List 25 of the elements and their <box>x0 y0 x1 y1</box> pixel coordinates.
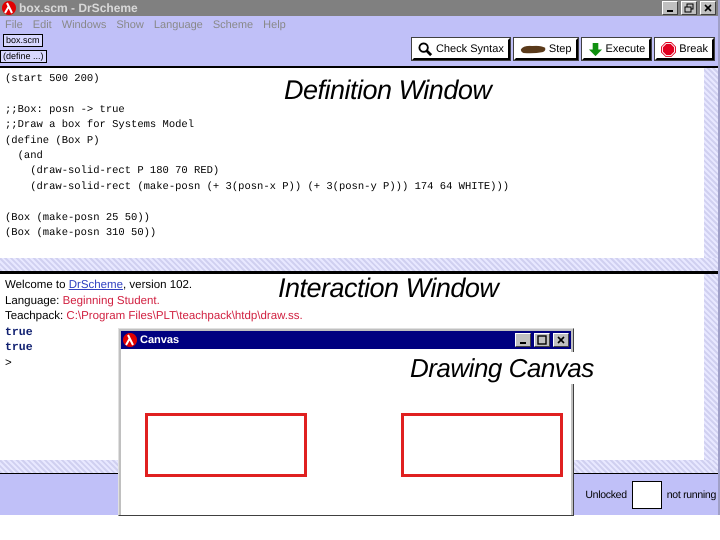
annotation-text: Interaction Window <box>278 273 498 304</box>
code-line: (define (Box P) <box>5 134 101 149</box>
result-text: true <box>5 341 33 354</box>
welcome-text: Welcome to <box>5 279 67 291</box>
code-line: ;;Box: posn -> true <box>5 102 126 118</box>
window-title: Canvas <box>140 334 180 346</box>
run-status: not running <box>666 488 716 500</box>
code-line: (and <box>16 149 44 164</box>
code-line: (draw-solid-rect P 180 70 RED) <box>29 164 220 180</box>
result-text: true <box>5 326 33 338</box>
setting-value: Beginning Student. <box>62 294 160 306</box>
setting-label: Language: <box>5 294 60 306</box>
prompt: > <box>5 356 12 368</box>
setting-label: Teachpack: <box>5 310 64 322</box>
lock-status: Unlocked <box>585 488 627 500</box>
version-text: , version 102. <box>123 279 192 291</box>
code-line: (Box (make-posn 25 50)) <box>5 210 151 226</box>
annotation-text: Drawing Canvas <box>410 352 594 384</box>
code-line: (Box (make-posn 310 50)) <box>5 226 158 242</box>
window-title: box.scm - DrScheme <box>19 1 138 15</box>
setting-value: C:\Program Files\PLT\teachpack\htdp\draw.ss. <box>66 310 303 322</box>
code-line: (start 500 200) <box>5 72 101 87</box>
code-line: ;;Draw a box for Systems Model <box>5 118 196 134</box>
annotation-text: Definition Window <box>284 75 492 106</box>
code-line: (draw-solid-rect (make-posn (+ 3(posn-x P)) (+ 3(posn-y P))) 174 64 WHITE))) <box>29 180 510 195</box>
